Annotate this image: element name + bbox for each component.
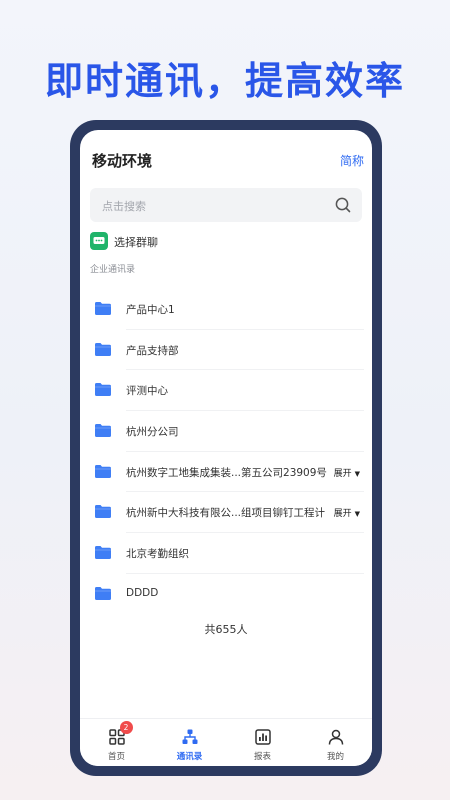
folder-icon — [95, 464, 111, 478]
folder-icon — [95, 424, 111, 438]
app-screen: 移动环境 简称 点击搜索 选择群聊 企业通讯录 产品中心1 产品支持部 评测中心… — [80, 130, 372, 766]
expand-button[interactable]: 展开 ▼ — [331, 506, 360, 520]
tab-label: 通讯录 — [176, 752, 203, 762]
section-label: 企业通讯录 — [90, 265, 136, 275]
org-name: 杭州新中大科技有限公...组项目铆钉工程计 — [126, 507, 326, 520]
expand-button[interactable]: 展开 ▼ — [331, 465, 360, 479]
tab-label: 首页 — [107, 752, 125, 762]
org-name: DDDD — [126, 586, 159, 599]
org-name: 杭州分公司 — [126, 426, 179, 439]
list-item[interactable]: 杭州新中大科技有限公...组项目铆钉工程计 展开 ▼ — [80, 492, 372, 533]
list-item[interactable]: 评测中心 — [80, 370, 372, 411]
notification-badge: 2 — [119, 721, 133, 734]
triangle-down-icon: ▼ — [354, 469, 360, 478]
org-name: 产品中心1 — [126, 304, 175, 316]
headline: 即时通讯，提高效率 — [44, 59, 405, 103]
list-item[interactable]: 杭州数字工地集成集装...第五公司23909号 展开 ▼ — [80, 452, 372, 493]
org-name: 北京考勤组织 — [126, 548, 189, 561]
search-icon[interactable] — [334, 196, 352, 214]
page-title: 移动环境 — [92, 152, 153, 170]
person-icon — [328, 729, 343, 745]
folder-icon — [95, 546, 111, 560]
triangle-down-icon: ▼ — [354, 510, 360, 519]
list-item[interactable]: 产品支持部 — [80, 330, 372, 371]
total-count: 共655人 — [204, 623, 248, 636]
search-placeholder: 点击搜索 — [102, 200, 146, 213]
list-item[interactable]: 杭州分公司 — [80, 411, 372, 452]
org-chart-icon — [182, 729, 197, 744]
bar-chart-icon — [254, 729, 271, 745]
list-item[interactable]: DDDD — [80, 574, 372, 615]
org-name: 杭州数字工地集成集装...第五公司23909号 — [126, 466, 327, 479]
search-input[interactable]: 点击搜索 — [90, 188, 362, 222]
folder-icon — [95, 586, 111, 600]
top-bar: 移动环境 简称 — [80, 130, 372, 190]
tab-2[interactable]: 报表 — [226, 719, 299, 766]
folder-icon — [95, 302, 111, 315]
expand-label: 展开 — [333, 509, 352, 520]
folder-icon — [95, 505, 111, 519]
tab-0[interactable]: 首页 2 — [80, 719, 153, 766]
list-item[interactable]: 北京考勤组织 — [80, 533, 372, 574]
folder-icon — [95, 383, 111, 397]
tab-1[interactable]: 通讯录 — [153, 719, 226, 766]
org-name: 产品支持部 — [126, 344, 179, 357]
simple-name-button[interactable]: 简称 — [340, 152, 364, 169]
tab-label: 报表 — [253, 752, 271, 762]
expand-label: 展开 — [333, 468, 352, 479]
org-name: 评测中心 — [126, 385, 168, 398]
folder-icon — [95, 342, 111, 356]
group-chat-icon — [90, 232, 108, 250]
group-chat-label: 选择群聊 — [114, 236, 158, 249]
phone-frame: 移动环境 简称 点击搜索 选择群聊 企业通讯录 产品中心1 产品支持部 评测中心… — [70, 120, 382, 776]
bottom-tab-bar: 首页 2 通讯录 报表 我的 — [80, 718, 372, 766]
org-list: 产品中心1 产品支持部评测中心杭州分公司杭州数字工地集成集装...第五公司2390… — [80, 289, 372, 615]
tab-3[interactable]: 我的 — [299, 719, 372, 766]
tab-label: 我的 — [326, 752, 344, 762]
list-item[interactable]: 产品中心1 — [80, 289, 372, 330]
